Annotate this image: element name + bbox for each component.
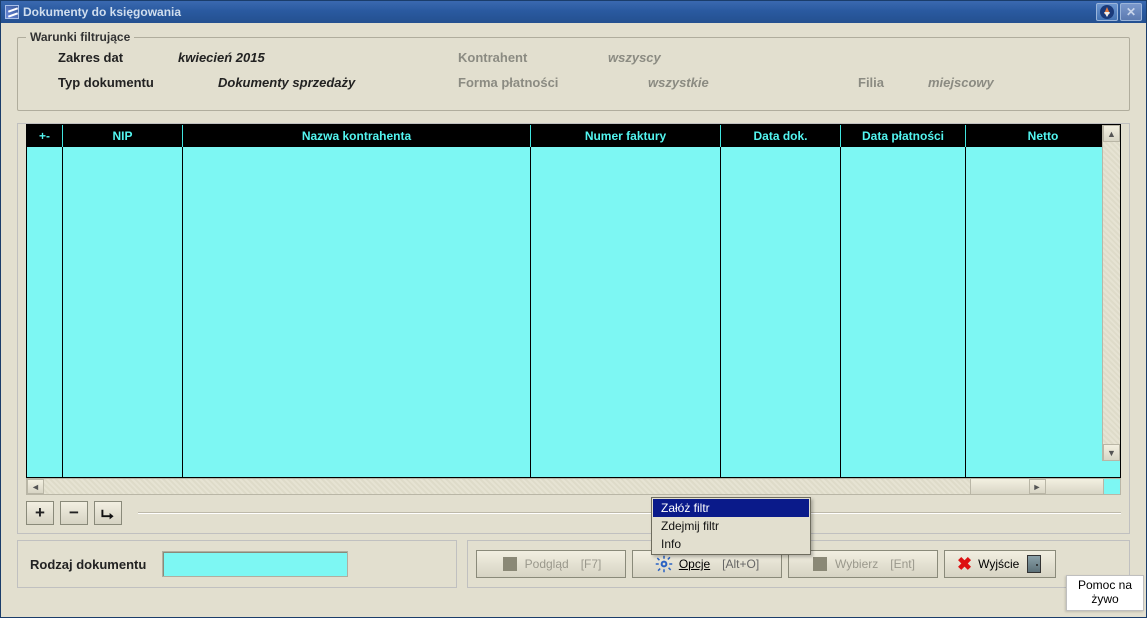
choose-shortcut: [Ent] bbox=[890, 557, 915, 571]
choose-label: Wybierz bbox=[835, 557, 878, 571]
scroll-corner bbox=[1103, 479, 1120, 494]
data-grid[interactable]: +- NIP Nazwa kontrahenta Numer faktury D… bbox=[26, 124, 1121, 478]
grid-body[interactable] bbox=[27, 147, 1120, 477]
filters-legend: Warunki filtrujące bbox=[26, 30, 134, 44]
col-net[interactable]: Netto bbox=[966, 125, 1120, 147]
close-icon: ✕ bbox=[1126, 5, 1136, 19]
col-payment-date[interactable]: Data płatności bbox=[841, 125, 966, 147]
divider bbox=[138, 512, 1121, 514]
doc-kind-input[interactable] bbox=[162, 551, 348, 577]
plus-icon: + bbox=[35, 503, 45, 523]
payment-form-value[interactable]: wszystkie bbox=[648, 73, 858, 92]
remove-row-button[interactable]: − bbox=[60, 501, 88, 525]
confirm-row-button[interactable] bbox=[94, 501, 122, 525]
scroll-down-icon[interactable]: ▼ bbox=[1103, 444, 1120, 461]
compass-icon bbox=[1100, 5, 1114, 19]
close-button[interactable]: ✕ bbox=[1120, 3, 1142, 21]
window-title: Dokumenty do księgowania bbox=[23, 5, 181, 19]
options-shortcut: [Alt+O] bbox=[722, 557, 759, 571]
doc-kind-panel: Rodzaj dokumentu bbox=[17, 540, 457, 588]
preview-icon bbox=[503, 557, 517, 571]
exit-label: Wyjście bbox=[978, 557, 1019, 571]
contractor-value[interactable]: wszyscy bbox=[608, 48, 828, 67]
close-x-icon: ✖ bbox=[957, 555, 972, 573]
app-window: Dokumenty do księgowania ✕ Warunki filtr… bbox=[0, 0, 1147, 618]
help-compass-button[interactable] bbox=[1096, 3, 1118, 21]
titlebar: Dokumenty do księgowania ✕ bbox=[1, 1, 1146, 23]
doc-type-value[interactable]: Dokumenty sprzedaży bbox=[218, 73, 458, 92]
payment-form-label: Forma płatności bbox=[458, 73, 648, 92]
date-range-value[interactable]: kwiecień 2015 bbox=[178, 48, 458, 67]
ctx-apply-filter[interactable]: Załóż filtr bbox=[653, 499, 809, 517]
col-toggle[interactable]: +- bbox=[27, 125, 63, 147]
preview-shortcut: [F7] bbox=[581, 557, 602, 571]
preview-button[interactable]: Podgląd [F7] bbox=[476, 550, 626, 578]
check-arrow-icon bbox=[100, 505, 116, 521]
scroll-up-icon[interactable]: ▲ bbox=[1103, 125, 1120, 142]
ctx-remove-filter[interactable]: Zdejmij filtr bbox=[653, 517, 809, 535]
choose-icon bbox=[813, 557, 827, 571]
minus-icon: − bbox=[69, 503, 79, 523]
filters-fieldset: Warunki filtrujące Zakres dat kwiecień 2… bbox=[17, 37, 1130, 111]
live-help-tooltip[interactable]: Pomoc na żywo bbox=[1066, 575, 1144, 611]
horizontal-scrollbar[interactable]: ◄ ► bbox=[26, 478, 1121, 495]
vertical-scrollbar[interactable]: ▲ ▼ bbox=[1102, 125, 1120, 461]
branch-value[interactable]: miejscowy bbox=[928, 73, 994, 92]
app-icon bbox=[5, 5, 19, 19]
scroll-left-icon[interactable]: ◄ bbox=[27, 479, 44, 494]
preview-label: Podgląd bbox=[525, 557, 569, 571]
date-range-label: Zakres dat bbox=[58, 48, 178, 67]
col-invoice-number[interactable]: Numer faktury bbox=[531, 125, 721, 147]
col-contractor-name[interactable]: Nazwa kontrahenta bbox=[183, 125, 531, 147]
add-row-button[interactable]: + bbox=[26, 501, 54, 525]
doc-type-label: Typ dokumentu bbox=[58, 73, 218, 92]
ctx-info[interactable]: Info bbox=[653, 535, 809, 553]
exit-button[interactable]: ✖ Wyjście bbox=[944, 550, 1056, 578]
grid-panel: +- NIP Nazwa kontrahenta Numer faktury D… bbox=[17, 123, 1130, 534]
doc-kind-label: Rodzaj dokumentu bbox=[30, 557, 146, 572]
branch-label: Filia bbox=[858, 73, 928, 92]
gear-icon bbox=[655, 555, 673, 573]
door-icon bbox=[1027, 555, 1041, 573]
contractor-label: Kontrahent bbox=[458, 48, 608, 67]
col-doc-date[interactable]: Data dok. bbox=[721, 125, 841, 147]
scroll-right-icon[interactable]: ► bbox=[1029, 479, 1046, 494]
grid-header: +- NIP Nazwa kontrahenta Numer faktury D… bbox=[27, 125, 1120, 147]
options-context-menu[interactable]: Załóż filtr Zdejmij filtr Info bbox=[651, 497, 811, 555]
col-nip[interactable]: NIP bbox=[63, 125, 183, 147]
options-label: Opcje bbox=[679, 557, 710, 571]
